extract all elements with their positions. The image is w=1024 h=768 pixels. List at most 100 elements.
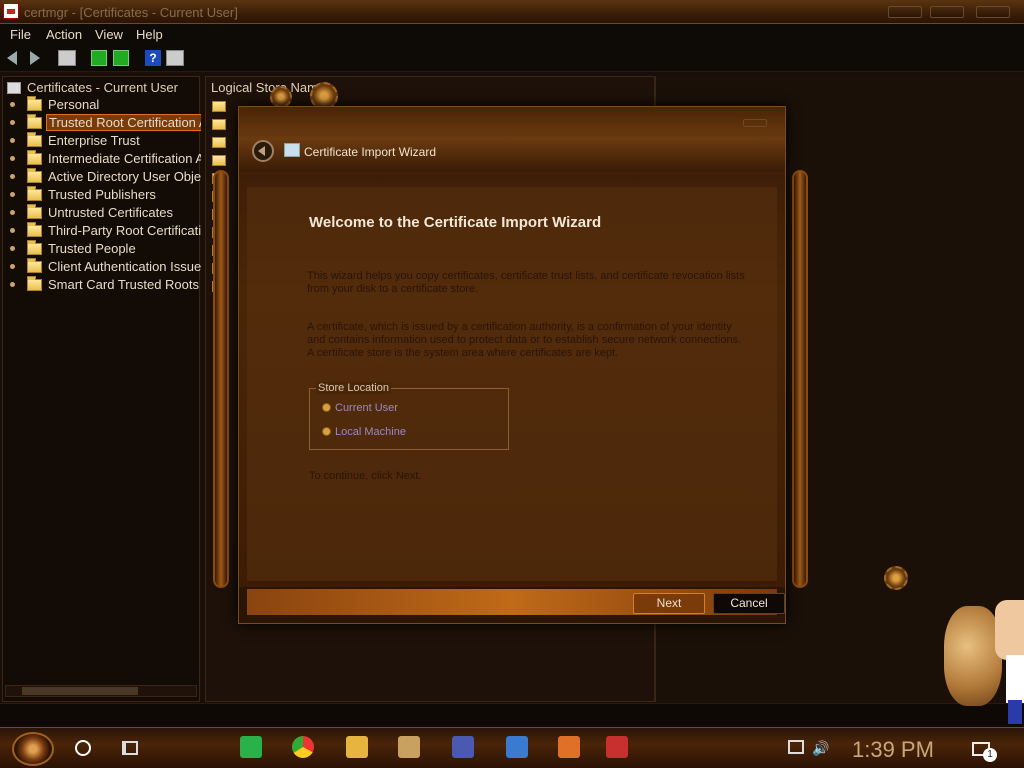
tool-app-icon[interactable]	[606, 736, 628, 758]
certificate-import-wizard-dialog: Certificate Import Wizard Welcome to the…	[238, 106, 786, 624]
cube-app-icon[interactable]	[506, 736, 528, 758]
expand-bullet-icon[interactable]	[10, 246, 15, 251]
radio-local-machine-label: Local Machine	[335, 426, 406, 438]
pipe-ornament	[792, 170, 808, 588]
action-pane-icon	[166, 50, 184, 66]
forward-button[interactable]	[26, 50, 44, 66]
chat-app-icon[interactable]	[240, 736, 262, 758]
expand-bullet-icon[interactable]	[10, 102, 15, 107]
wizard-back-button[interactable]	[252, 140, 274, 162]
back-arrow-icon	[7, 51, 17, 65]
maximize-button[interactable]	[930, 6, 964, 18]
expand-bullet-icon[interactable]	[10, 228, 15, 233]
comic-app-icon[interactable]	[398, 736, 420, 758]
tree-item[interactable]: Active Directory User Obje	[7, 168, 201, 186]
tree-root-label: Certificates - Current User	[27, 80, 178, 95]
scrollbar-thumb[interactable]	[22, 687, 138, 695]
network-tray-icon[interactable]	[788, 740, 804, 754]
tree-root[interactable]: Certificates - Current User	[7, 80, 178, 95]
export-list-button[interactable]	[112, 50, 130, 66]
folder-icon	[27, 114, 42, 129]
wizard-close-button[interactable]	[743, 119, 767, 127]
task-view-icon[interactable]	[122, 741, 138, 755]
chrome-icon[interactable]	[292, 736, 314, 758]
close-button[interactable]	[976, 6, 1010, 18]
console-tree: Certificates - Current User Personal Trus…	[2, 76, 201, 702]
tree-item[interactable]: Smart Card Trusted Roots	[7, 276, 201, 294]
expand-bullet-icon[interactable]	[10, 210, 15, 215]
taskbar: 🔊 1:39 PM 1	[0, 727, 1024, 768]
tree-item-label: Trusted People	[48, 241, 136, 256]
expand-bullet-icon[interactable]	[10, 138, 15, 143]
show-action-pane-button[interactable]	[166, 50, 184, 66]
tree-item[interactable]: Untrusted Certificates	[7, 204, 201, 222]
cartoon-character-body	[1006, 655, 1024, 703]
expand-bullet-icon[interactable]	[10, 156, 15, 161]
volume-icon[interactable]: 🔊	[812, 740, 829, 756]
expand-bullet-icon[interactable]	[10, 174, 15, 179]
back-button[interactable]	[5, 50, 23, 66]
menu-bar: File Action View Help	[0, 24, 1024, 44]
expand-bullet-icon[interactable]	[10, 120, 15, 125]
tree-item-label: Enterprise Trust	[48, 133, 140, 148]
menu-help[interactable]: Help	[136, 27, 163, 42]
gear-ornament-icon	[270, 86, 292, 108]
expand-bullet-icon[interactable]	[10, 282, 15, 287]
tree-horizontal-scrollbar[interactable]	[5, 685, 197, 697]
certificates-snapin-icon	[7, 82, 21, 94]
tree-item[interactable]: Trusted People	[7, 240, 201, 258]
certmgr-app-icon[interactable]	[3, 3, 19, 19]
show-hide-console-tree-button[interactable]	[58, 50, 76, 66]
toolbar: ?	[0, 44, 1024, 72]
tree-item[interactable]: Trusted Root Certification A	[7, 114, 201, 132]
wizard-description-text: A certificate, which is issued by a cert…	[307, 321, 742, 359]
tree-item[interactable]: Intermediate Certification A	[7, 150, 201, 168]
cartoon-character-legs	[1008, 700, 1022, 724]
tree-item-label: Smart Card Trusted Roots	[48, 277, 199, 292]
start-button[interactable]	[12, 732, 54, 766]
search-circle-icon[interactable]	[75, 740, 91, 756]
column-header-logical-store-name[interactable]: Logical Store Name	[211, 80, 325, 95]
refresh-button[interactable]	[90, 50, 108, 66]
store-location-label: Store Location	[316, 382, 391, 394]
radio-current-user[interactable]: Current User	[322, 402, 398, 414]
folder-icon	[27, 258, 42, 273]
radio-button-icon[interactable]	[322, 403, 331, 412]
wizard-footer: Next Cancel	[239, 587, 785, 623]
folder-icon	[27, 186, 42, 201]
tree-item[interactable]: Trusted Publishers	[7, 186, 201, 204]
help-button[interactable]: ?	[144, 50, 162, 66]
menu-view[interactable]: View	[95, 27, 123, 42]
file-explorer-icon[interactable]	[346, 736, 368, 758]
tree-item-label: Personal	[48, 97, 100, 112]
menu-file[interactable]: File	[10, 27, 31, 42]
wizard-title: Certificate Import Wizard	[304, 145, 437, 159]
network-app-icon[interactable]	[452, 736, 474, 758]
tree-item[interactable]: Enterprise Trust	[7, 132, 201, 150]
next-button[interactable]: Next	[633, 593, 705, 614]
tree-item[interactable]: Third-Party Root Certificati	[7, 222, 201, 240]
radio-current-user-label: Current User	[335, 402, 398, 414]
pipe-ornament	[213, 170, 229, 588]
export-list-icon	[113, 50, 129, 66]
cancel-button[interactable]: Cancel	[713, 593, 785, 614]
status-bar	[0, 703, 1024, 727]
radio-local-machine[interactable]: Local Machine	[322, 426, 406, 438]
java-app-icon[interactable]	[558, 736, 580, 758]
clock[interactable]: 1:39 PM	[852, 737, 934, 763]
tree-item[interactable]: Personal	[7, 96, 201, 114]
tree-item-label: Trusted Root Certification A	[46, 114, 201, 131]
gear-ornament-icon	[884, 566, 908, 590]
tree-item-label: Intermediate Certification A	[48, 151, 201, 166]
expand-bullet-icon[interactable]	[10, 192, 15, 197]
expand-bullet-icon[interactable]	[10, 264, 15, 269]
radio-button-icon[interactable]	[322, 427, 331, 436]
folder-icon	[212, 101, 226, 112]
minimize-button[interactable]	[888, 6, 922, 18]
folder-icon	[27, 150, 42, 165]
tree-item[interactable]: Client Authentication Issue	[7, 258, 201, 276]
help-icon: ?	[145, 50, 161, 66]
menu-action[interactable]: Action	[46, 27, 82, 42]
continue-instruction: To continue, click Next.	[309, 470, 422, 482]
wizard-heading: Welcome to the Certificate Import Wizard	[309, 214, 602, 231]
